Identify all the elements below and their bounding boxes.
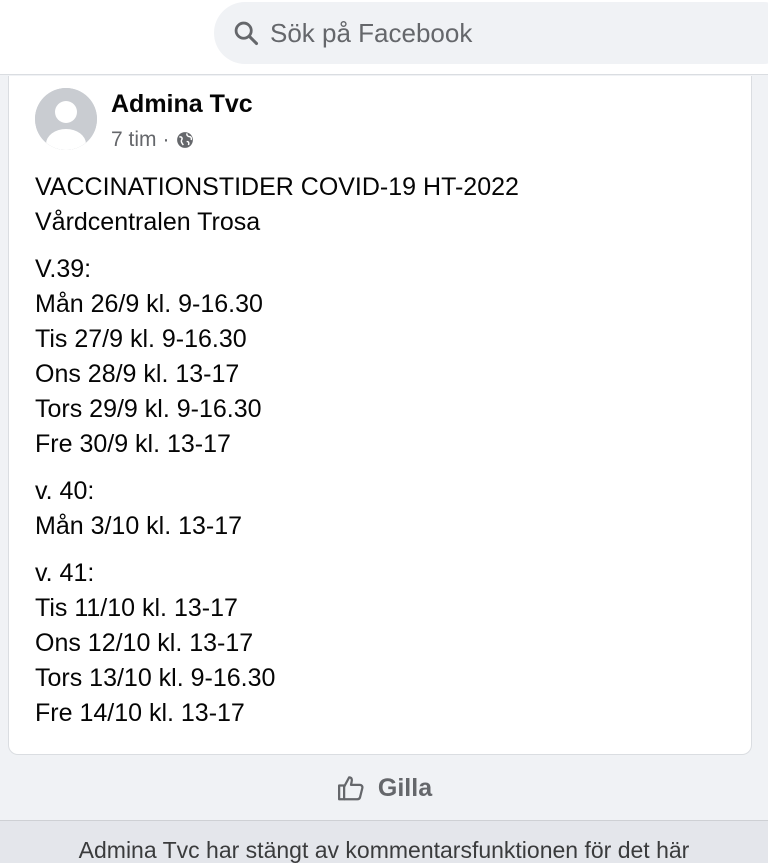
search-input[interactable]: Sök på Facebook	[270, 18, 472, 49]
post-actions: Gilla	[0, 756, 768, 820]
post-line: Ons 12/10 kl. 13-17	[35, 629, 254, 657]
thumbs-up-icon	[337, 776, 364, 801]
post-line: Mån 26/9 kl. 9-16.30	[35, 290, 263, 318]
post-line: Ons 28/9 kl. 13-17	[35, 360, 240, 388]
post-line: Mån 3/10 kl. 13-17	[35, 512, 243, 540]
post-paragraph: VACCINATIONSTIDER COVID-19 HT-2022 Vårdce…	[35, 170, 735, 240]
post-line: Fre 14/10 kl. 13-17	[35, 699, 245, 727]
post-line: Tors 13/10 kl. 9-16.30	[35, 664, 276, 692]
globe-icon[interactable]	[176, 131, 194, 149]
post-line: Tis 11/10 kl. 13-17	[35, 594, 238, 622]
meta-separator: ·	[162, 128, 170, 151]
post-line: Fre 30/9 kl. 13-17	[35, 430, 231, 458]
post-paragraph: v. 41: Tis 11/10 kl. 13-17 Ons 12/10 kl. 1…	[35, 556, 735, 731]
post-line: VACCINATIONSTIDER COVID-19 HT-2022	[35, 173, 519, 201]
post-author[interactable]: Admina Tvc	[111, 90, 253, 119]
default-avatar-icon	[35, 88, 97, 150]
post-line: Vårdcentralen Trosa	[35, 208, 261, 236]
top-bar: Sök på Facebook	[0, 0, 768, 75]
post-time[interactable]: 7 tim	[111, 128, 157, 152]
post-card: Admina Tvc 7 tim · VACCINATIONSTIDER COV…	[8, 76, 752, 755]
post-line: v. 40:	[35, 477, 95, 505]
post-line: Tors 29/9 kl. 9-16.30	[35, 395, 262, 423]
notice-text: Admina Tvc har stängt av kommentarsfunkt…	[78, 837, 690, 863]
comments-disabled-notice: Admina Tvc har stängt av kommentarsfunkt…	[0, 820, 768, 863]
post-line: V.39:	[35, 255, 92, 283]
like-label: Gilla	[377, 773, 433, 802]
post-text: VACCINATIONSTIDER COVID-19 HT-2022 Vårdce…	[35, 170, 735, 743]
post-paragraph: v. 40: Mån 3/10 kl. 13-17	[35, 474, 735, 544]
search-bar[interactable]: Sök på Facebook	[214, 2, 768, 64]
search-icon	[234, 21, 259, 46]
like-button[interactable]: Gilla	[336, 773, 432, 803]
post-meta: 7 tim ·	[111, 128, 194, 152]
post-line: Tis 27/9 kl. 9-16.30	[35, 325, 247, 353]
post-line: v. 41:	[35, 559, 95, 587]
post-paragraph: V.39: Mån 26/9 kl. 9-16.30 Tis 27/9 kl. 9-…	[35, 252, 735, 462]
avatar[interactable]	[35, 88, 97, 150]
